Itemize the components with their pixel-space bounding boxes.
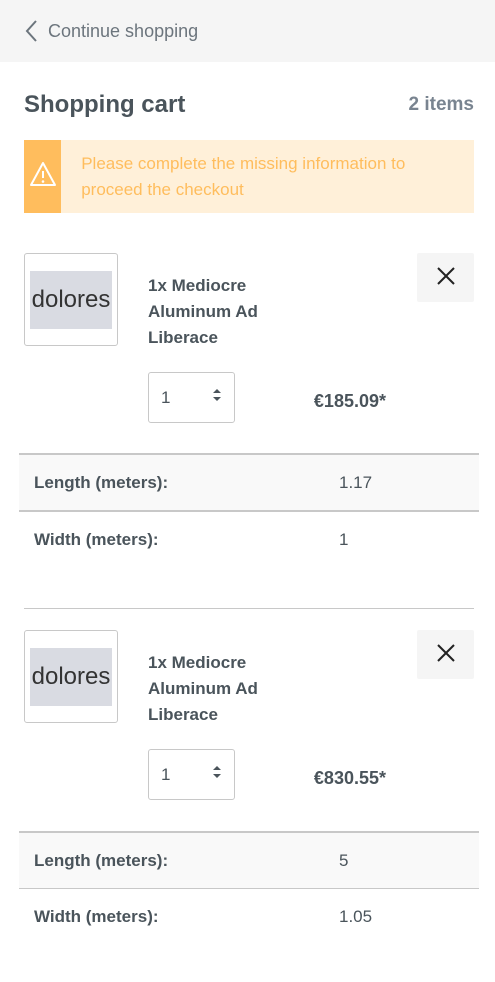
product-thumbnail[interactable]: dolores <box>24 253 118 346</box>
property-row-width: Width (meters): 1 <box>19 510 479 567</box>
remove-item-button[interactable] <box>417 253 474 302</box>
cart-header: Shopping cart 2 items <box>24 88 474 122</box>
property-value: 1.17 <box>339 472 373 492</box>
line-item-price: €185.09* <box>313 391 386 411</box>
close-icon <box>436 643 456 666</box>
remove-item-button[interactable] <box>417 630 474 679</box>
quantity-value: 1 <box>161 764 171 784</box>
top-nav-bar: Continue shopping <box>0 0 495 62</box>
property-label: Width (meters): <box>34 529 159 549</box>
chevron-left-icon <box>24 19 38 43</box>
product-thumbnail[interactable]: dolores <box>24 630 118 723</box>
thumbnail-placeholder: dolores <box>30 270 112 329</box>
property-value: 5 <box>339 850 349 870</box>
product-name[interactable]: 1x Mediocre Aluminum Ad Liberace <box>148 650 288 728</box>
property-row-width: Width (meters): 1.05 <box>19 888 479 945</box>
cart-item-count: 2 items <box>408 94 474 115</box>
alert-message: Please complete the missing information … <box>81 154 406 199</box>
sort-arrows-icon <box>212 388 222 407</box>
item-divider <box>24 608 474 609</box>
property-value: 1 <box>339 529 349 549</box>
line-item-price: €830.55* <box>313 768 386 788</box>
property-label: Width (meters): <box>34 907 159 926</box>
continue-shopping-label: Continue shopping <box>48 20 199 41</box>
close-icon <box>436 266 456 289</box>
quantity-select[interactable]: 1 <box>148 372 235 423</box>
property-label: Length (meters): <box>34 472 169 492</box>
quantity-value: 1 <box>161 387 171 407</box>
sort-arrows-icon <box>212 765 222 784</box>
thumbnail-placeholder: dolores <box>30 647 112 706</box>
quantity-select[interactable]: 1 <box>148 749 235 800</box>
property-value: 1.05 <box>339 907 373 926</box>
property-label: Length (meters): <box>34 850 169 870</box>
continue-shopping-link[interactable]: Continue shopping <box>24 19 198 43</box>
page-title: Shopping cart <box>24 91 186 118</box>
warning-icon <box>29 161 57 192</box>
alert-icon-container <box>24 140 62 213</box>
product-name[interactable]: 1x Mediocre Aluminum Ad Liberace <box>148 273 288 351</box>
warning-alert: Please complete the missing information … <box>24 140 474 213</box>
property-row-length: Length (meters): 5 <box>19 831 479 888</box>
product-properties: Length (meters): 5 Width (meters): 1.05 <box>19 831 479 945</box>
property-row-length: Length (meters): 1.17 <box>19 453 479 510</box>
product-properties: Length (meters): 1.17 Width (meters): 1 <box>19 453 479 567</box>
